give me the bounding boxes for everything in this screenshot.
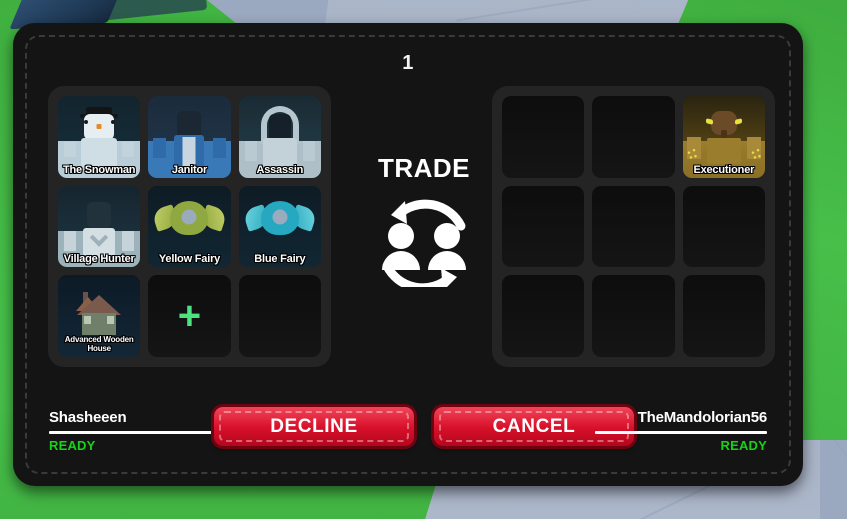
decline-button[interactable]: DECLINE	[214, 407, 414, 446]
plus-icon: +	[177, 294, 202, 339]
trade-title: TRADE	[377, 153, 471, 183]
item-slot[interactable]: Executioner	[682, 96, 765, 178]
player-left-status: READY	[49, 438, 96, 453]
trade-center: TRADE	[345, 153, 503, 293]
item-label: Advanced Wooden House	[64, 334, 134, 353]
game-screen: 1 The Snowman Janitor Assassin Village H…	[0, 0, 847, 519]
item-label: Executioner	[693, 163, 755, 176]
item-label: Assassin	[256, 163, 304, 176]
item-slot[interactable]: Advanced Wooden House	[58, 275, 141, 357]
empty-slot[interactable]	[502, 96, 585, 178]
player-right-name: TheMandolorian56	[637, 409, 768, 426]
item-label: Yellow Fairy	[158, 253, 221, 266]
item-slot[interactable]: Assassin	[238, 96, 321, 178]
empty-slot[interactable]	[682, 185, 765, 268]
empty-slot[interactable]	[682, 275, 765, 357]
empty-slot[interactable]	[592, 275, 675, 357]
player-left-name: Shasheeen	[49, 409, 127, 426]
item-slot[interactable]: Janitor	[148, 96, 231, 178]
empty-slot[interactable]	[592, 185, 675, 268]
trade-counter: 1	[402, 52, 414, 74]
empty-slot[interactable]	[502, 275, 585, 357]
item-slot[interactable]: The Snowman	[58, 96, 141, 178]
item-slot[interactable]: Blue Fairy	[238, 185, 321, 268]
player-right-rule	[595, 431, 767, 434]
item-label: Village Hunter	[63, 253, 135, 266]
empty-slot[interactable]	[592, 96, 675, 178]
item-label: The Snowman	[62, 163, 136, 176]
empty-slot[interactable]	[502, 185, 585, 268]
item-label: Blue Fairy	[254, 253, 306, 266]
item-label: Janitor	[171, 163, 208, 176]
trade-swap-icon	[345, 192, 503, 293]
item-slot[interactable]: Village Hunter	[58, 185, 141, 268]
player-right-status: READY	[720, 438, 767, 453]
item-slot[interactable]: Yellow Fairy	[148, 185, 231, 268]
add-item-slot[interactable]: +	[148, 275, 231, 357]
offer-grid-right: Executioner	[492, 86, 775, 367]
offer-grid-left: The Snowman Janitor Assassin Village Hun…	[48, 86, 331, 367]
player-left-rule	[49, 431, 221, 434]
player-right: TheMandolorian56 READY	[595, 409, 767, 453]
trade-dialog: 1 The Snowman Janitor Assassin Village H…	[13, 23, 803, 486]
empty-slot[interactable]	[238, 275, 321, 357]
player-left: Shasheeen READY	[49, 409, 221, 453]
